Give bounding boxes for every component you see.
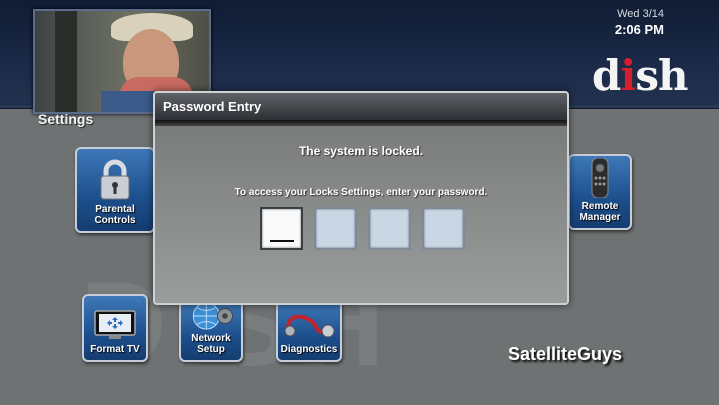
diagnostics-label: Diagnostics [280,344,338,355]
network-setup-label: Network Setup [191,333,231,355]
dish-logo: dish [592,51,689,100]
text-cursor [270,240,294,242]
logo-accent: i [620,51,636,100]
dialog-title: Password Entry [155,93,567,120]
password-instruction: To access your Locks Settings, enter you… [234,187,488,198]
satelliteguys-watermark: SatelliteGuys [508,344,623,364]
remote-manager-label: Remote Manager [579,201,621,223]
format-tv-tile[interactable]: Format TV [82,294,148,362]
network-setup-tile[interactable]: Network Setup [179,300,243,362]
stethoscope-icon [284,314,335,338]
parental-controls-label: Parental Controls [94,204,136,226]
password-entry-dialog: Password Entry The system is locked. To … [153,91,569,305]
pin-digit-4[interactable] [422,207,465,250]
pin-digit-3[interactable] [368,207,411,250]
settings-screen: Wed 3/14 2:06 PM dish Settings DISH Pare… [0,0,719,405]
dialog-body: The system is locked. To access your Loc… [155,126,567,303]
remote-icon [591,158,609,198]
pin-entry [260,207,470,253]
pin-digit-1[interactable] [260,207,303,250]
padlock-icon [100,159,130,200]
tv-icon [94,310,136,339]
pin-digit-2[interactable] [314,207,357,250]
parental-controls-tile[interactable]: Parental Controls [75,147,155,233]
network-globe-icon [192,302,233,330]
time-label: 2:06 PM [614,22,664,37]
format-tv-label: Format TV [90,344,140,355]
remote-manager-tile[interactable]: Remote Manager [568,154,632,230]
locked-message: The system is locked. [298,144,424,158]
diagnostics-tile[interactable]: Diagnostics [276,300,342,362]
clock: Wed 3/14 2:06 PM [615,8,664,37]
date-label: Wed 3/14 [617,8,664,20]
page-title: Settings [38,111,94,127]
